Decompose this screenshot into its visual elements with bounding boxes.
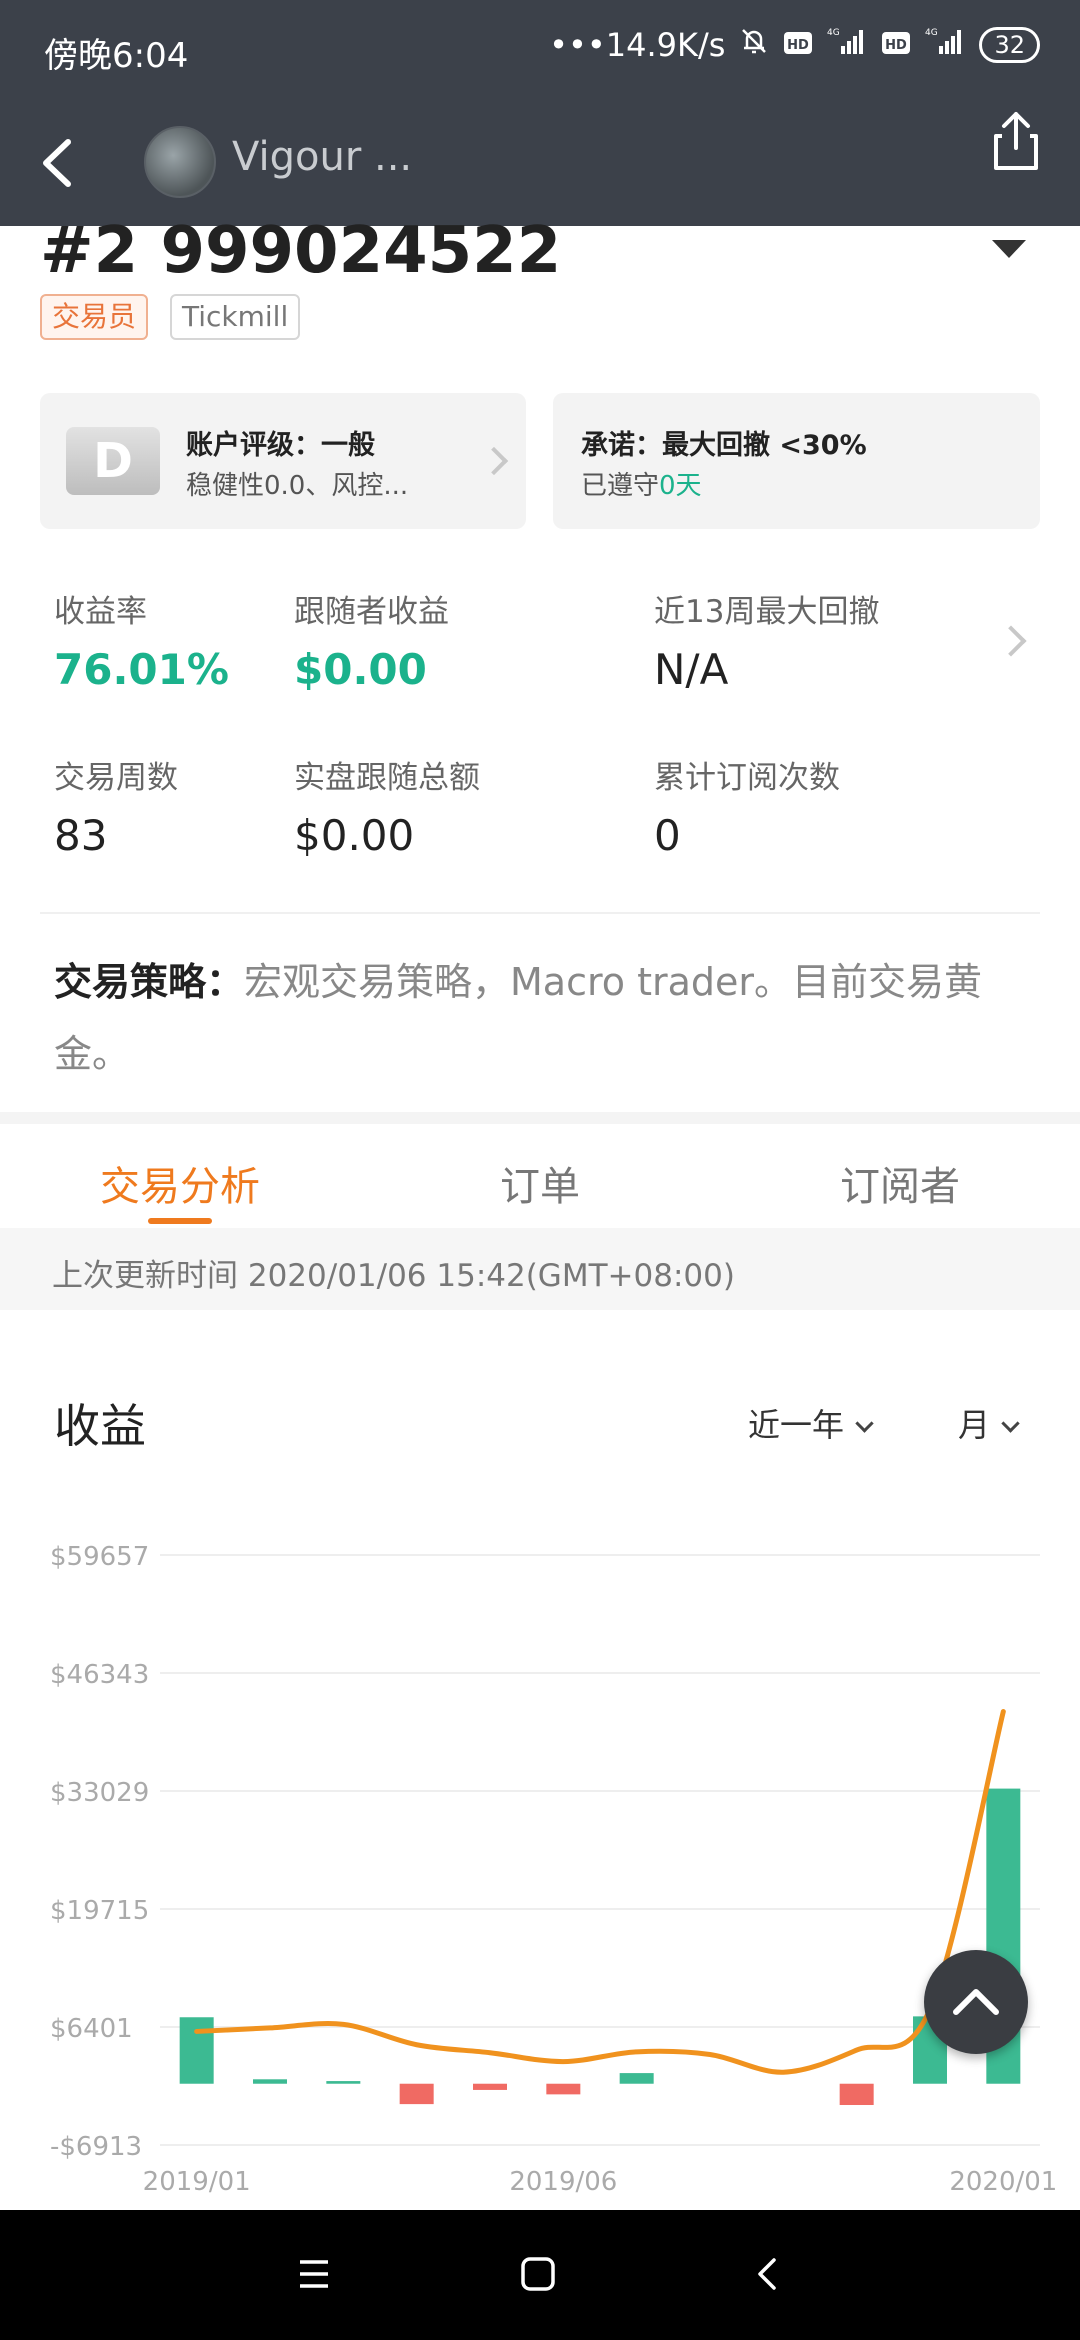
chevron-down-icon [855, 1414, 874, 1433]
promise-title: 承诺：最大回撤 <30% [581, 430, 867, 461]
stat-value: $0.00 [294, 645, 427, 694]
svg-text:4G: 4G [925, 28, 938, 38]
svg-text:4G: 4G [827, 28, 840, 38]
dropdown-triangle-icon[interactable] [992, 240, 1026, 258]
stat-label: 实盘跟随总额 [294, 760, 480, 796]
status-icons: •••14.9K/s HD 4G HD 4G 32 [549, 26, 1040, 64]
y-tick-label: $6401 [50, 2014, 133, 2044]
last-update-bar: 上次更新时间 2020/01/06 15:42(GMT+08:00) [0, 1228, 1080, 1310]
x-tick-label: 2019/01 [143, 2167, 251, 2197]
system-nav-bar [0, 2210, 1080, 2340]
stat-value: 0 [654, 811, 681, 860]
network-speed: •••14.9K/s [549, 26, 726, 64]
share-icon [994, 112, 1038, 170]
chevron-up-icon [953, 1989, 999, 2015]
home-icon[interactable] [518, 2254, 558, 2294]
stat-label: 跟随者收益 [294, 594, 449, 630]
scroll-top-button[interactable] [924, 1950, 1028, 2054]
chevron-down-icon [1001, 1414, 1020, 1433]
stat-label: 交易周数 [54, 760, 178, 796]
svg-text:HD: HD [886, 38, 908, 53]
promise-card: 承诺：最大回撤 <30% 已遵守0天 [553, 393, 1040, 529]
chevron-right-icon [479, 446, 509, 476]
stat-value: 76.01% [54, 645, 229, 694]
stat-max-drawdown[interactable]: 近13周最大回撤 N/A [654, 586, 879, 694]
period-dropdown-label: 月 [958, 1406, 991, 1444]
stat-value: N/A [654, 645, 729, 694]
chart-title: 收益 [54, 1399, 146, 1453]
divider [40, 912, 1040, 914]
chart-bar [546, 2083, 581, 2095]
stat-value: $0.00 [294, 811, 415, 860]
stat-subscription-count: 累计订阅次数 0 [654, 752, 840, 860]
stat-value: 83 [54, 811, 108, 860]
strategy-text: 交易策略：宏观交易策略，Macro trader。目前交易黄金。 [54, 946, 1014, 1090]
rating-detail: 稳健性0.0、风控... [186, 471, 409, 501]
4g-signal-icon: 4G [827, 26, 867, 64]
mute-bell-icon [739, 26, 769, 64]
menu-icon[interactable] [296, 2254, 332, 2294]
back-arrow-icon [43, 139, 71, 187]
tab-orders[interactable]: 订单 [500, 1154, 580, 1212]
range-dropdown[interactable]: 近一年 [748, 1400, 874, 1446]
stat-label: 近13周最大回撤 [654, 594, 880, 630]
stat-follower-profit: 跟随者收益 $0.00 [294, 586, 449, 694]
page-title: Vigour ... [232, 134, 413, 180]
back-button[interactable] [30, 128, 90, 198]
stat-trading-weeks: 交易周数 83 [54, 752, 178, 860]
chart-bar [473, 2083, 507, 2090]
trader-tag: 交易员 [40, 294, 149, 340]
x-tick-label: 2020/01 [949, 2167, 1057, 2197]
status-bar: 傍晚6:04 •••14.9K/s HD 4G HD 4G 32 [0, 0, 1080, 98]
strategy-label: 交易策略： [54, 960, 245, 1004]
grade-badge: D [66, 427, 160, 495]
chart-bar [399, 2083, 434, 2105]
tab-subscribers[interactable]: 订阅者 [840, 1154, 960, 1212]
y-tick-label: $33029 [50, 1778, 149, 1808]
status-time: 傍晚6:04 [44, 36, 189, 76]
stat-label: 收益率 [54, 594, 147, 630]
app-bar: Vigour ... [0, 98, 1080, 226]
tab-trade-analysis[interactable]: 交易分析 [100, 1154, 260, 1212]
period-dropdown[interactable]: 月 [958, 1400, 1020, 1446]
chart-bar [619, 2073, 654, 2084]
chart-bar [179, 2017, 214, 2084]
tab-bar: 交易分析 订单 订阅者 [0, 1124, 1080, 1228]
stat-follow-total: 实盘跟随总额 $0.00 [294, 752, 480, 860]
promise-prefix: 已遵守 [581, 471, 660, 501]
y-tick-label: $19715 [50, 1896, 149, 1926]
chart-bar [839, 2083, 874, 2106]
hd-icon: HD [783, 26, 813, 64]
chart-bar [326, 2081, 361, 2084]
chevron-right-icon[interactable] [995, 625, 1027, 657]
profit-chart: $59657$46343$33029$19715$6401-$69132019/… [50, 1542, 1057, 2197]
x-tick-label: 2019/06 [509, 2167, 617, 2197]
svg-text:HD: HD [788, 38, 810, 53]
promise-days: 0天 [659, 471, 702, 501]
y-tick-label: $59657 [50, 1542, 149, 1572]
rating-title: 账户评级：一般 [186, 430, 375, 461]
share-button[interactable] [988, 108, 1044, 174]
range-dropdown-label: 近一年 [748, 1406, 845, 1444]
account-rating-card[interactable]: D 账户评级：一般 稳健性0.0、风控... [40, 393, 526, 529]
stat-return-rate: 收益率 76.01% [54, 586, 229, 694]
battery-indicator: 32 [979, 27, 1040, 63]
stat-label: 累计订阅次数 [654, 760, 840, 796]
hd-icon: HD [881, 26, 911, 64]
avatar[interactable] [144, 126, 216, 198]
promise-detail: 已遵守0天 [581, 465, 702, 502]
account-number: #2 999024522 [40, 214, 562, 288]
active-tab-indicator [148, 1218, 212, 1224]
4g-signal-icon: 4G [925, 26, 965, 64]
section-divider [0, 1112, 1080, 1124]
chart-bar [253, 2079, 287, 2084]
y-tick-label: $46343 [50, 1660, 149, 1690]
broker-tag: Tickmill [170, 294, 301, 340]
y-tick-label: -$6913 [50, 2132, 142, 2162]
profit-line [194, 1708, 1006, 2075]
back-icon[interactable] [752, 2254, 782, 2294]
last-update-text: 上次更新时间 2020/01/06 15:42(GMT+08:00) [52, 1258, 735, 1294]
